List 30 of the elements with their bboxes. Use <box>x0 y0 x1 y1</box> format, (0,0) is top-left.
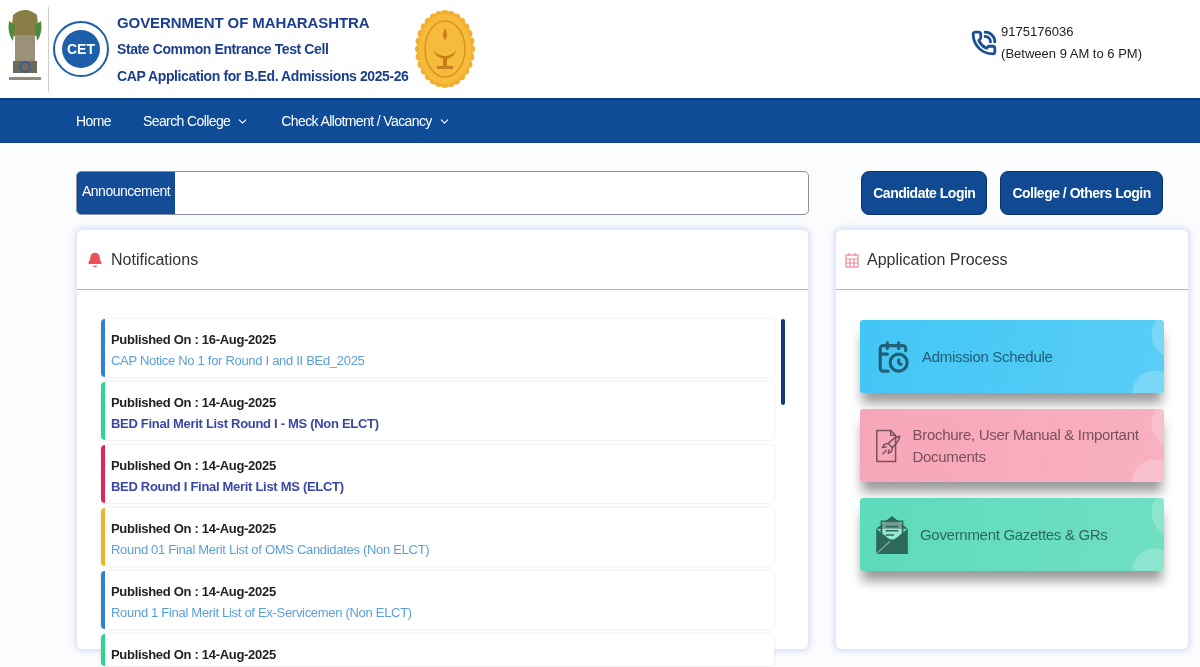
nav-link[interactable]: Home <box>76 111 111 132</box>
notification-link[interactable]: BED Round I Final Merit List MS (ELCT) <box>111 477 344 496</box>
card-title: Application Process <box>867 249 1008 270</box>
site-title: GOVERNMENT OF MAHARASHTRA <box>117 12 371 33</box>
notification-link[interactable]: BED Final Merit List Round I - MS (Non ELCT) <box>111 414 379 433</box>
published-date: Published On : 14-Aug-2025 <box>111 646 276 664</box>
process-tile[interactable]: Government Gazettes & GRs <box>860 498 1164 571</box>
scrollbar-thumb[interactable] <box>781 319 785 405</box>
nav-link[interactable]: Search College <box>142 111 250 132</box>
open-envelope-icon <box>876 515 908 554</box>
published-date: Published On : 14-Aug-2025 <box>111 394 277 412</box>
card-title: Notifications <box>111 249 199 270</box>
bell-icon <box>87 251 103 268</box>
process-tile[interactable]: Brochure, User Manual & Important Documents <box>860 409 1164 482</box>
published-date: Published On : 14-Aug-2025 <box>111 520 277 538</box>
site-tagline: CAP Application for B.Ed. Admissions 2025-26 <box>117 66 409 86</box>
calendar-grid-icon <box>845 251 859 268</box>
site-subtitle: State Common Entrance Test Cell <box>117 39 330 59</box>
process-tile[interactable]: Admission Schedule <box>860 320 1164 393</box>
helpline-hours: (Between 9 AM to 6 PM) <box>1001 45 1142 63</box>
login-button[interactable]: College / Others Login <box>1000 171 1163 215</box>
published-date: Published On : 16-Aug-2025 <box>111 331 277 349</box>
phone-icon <box>971 28 998 58</box>
helpline-number: 9175176036 <box>1001 23 1075 41</box>
logo-lettering: CET <box>62 30 100 68</box>
announcement-label: Announcement <box>77 172 176 214</box>
nav-link[interactable]: Check Allotment / Vacancy <box>281 111 451 132</box>
published-date: Published On : 14-Aug-2025 <box>111 457 277 475</box>
login-button[interactable]: Candidate Login <box>861 171 988 215</box>
published-date: Published On : 14-Aug-2025 <box>111 583 277 601</box>
